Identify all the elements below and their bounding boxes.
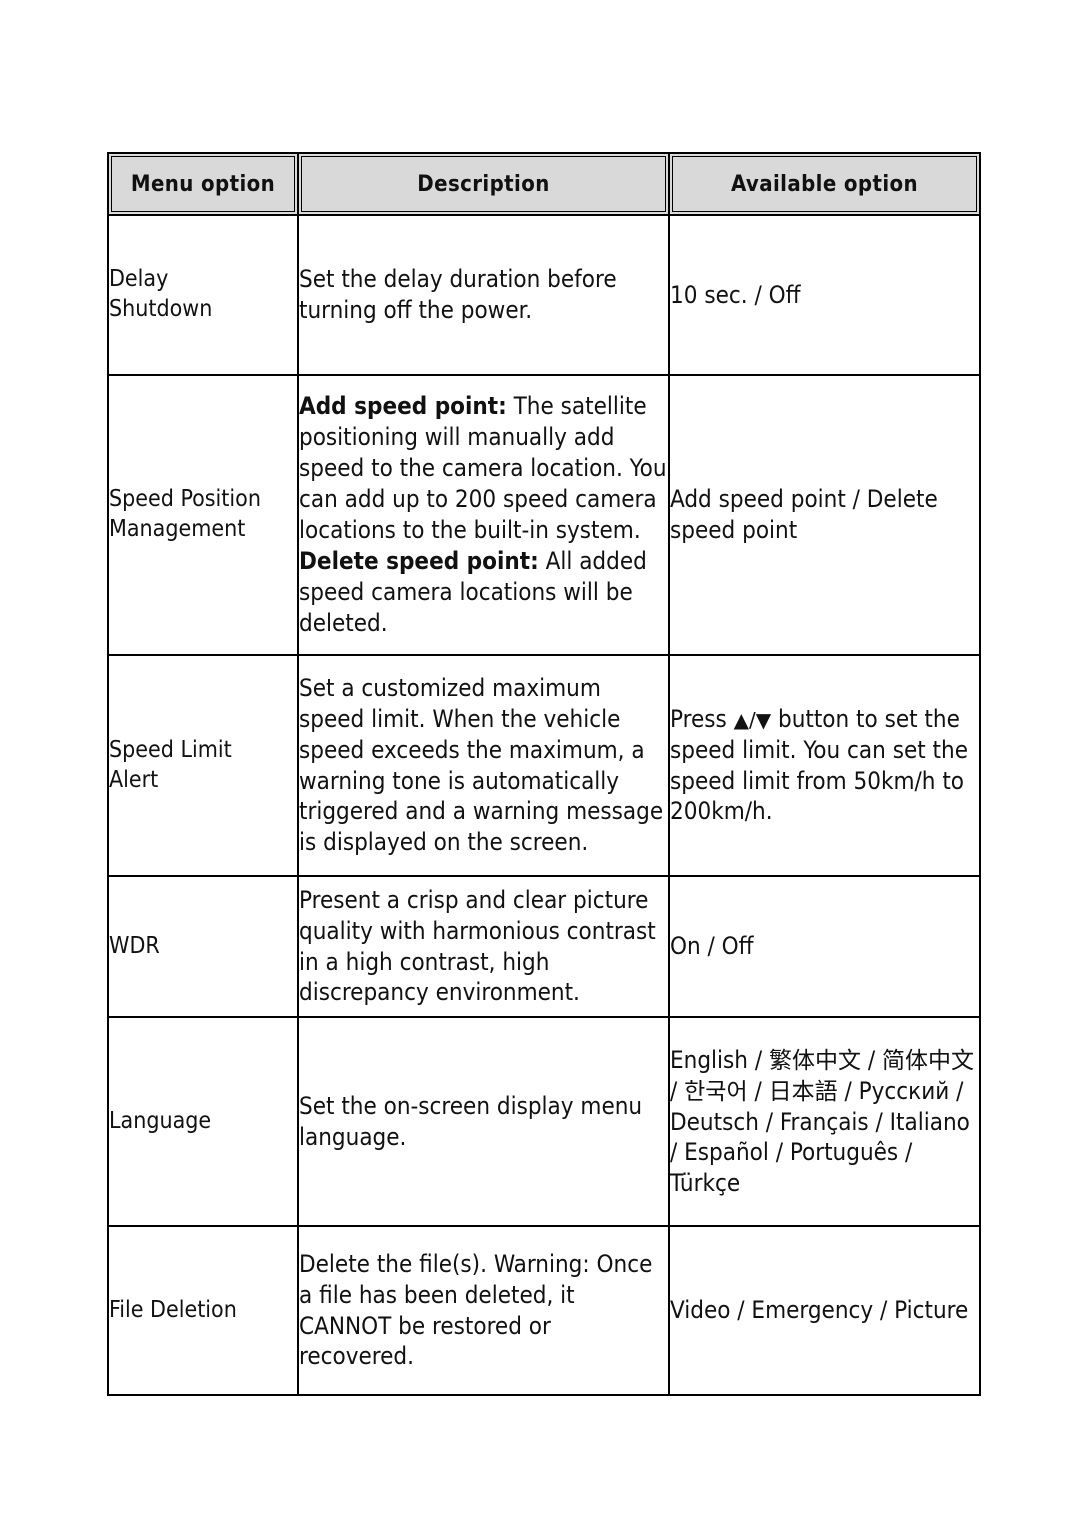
- cell-description: Set a customized maximum speed limit. Wh…: [297, 654, 670, 877]
- available-option-language-list: English / 繁体中文 / 简体中文 / 한국어 / 日本語 / Русс…: [670, 1045, 979, 1199]
- table-header-row: Menu option Description Available option: [107, 152, 981, 216]
- available-option-text: Add speed point / Delete speed point: [670, 485, 938, 544]
- menu-option-line: Delay: [109, 266, 169, 293]
- language-english: English /: [670, 1045, 769, 1074]
- column-header-menu-option: Menu option: [107, 152, 299, 216]
- column-header-description-label: Description: [417, 171, 550, 197]
- language-separator: /: [747, 1076, 769, 1105]
- cell-description: Set the delay duration before turning of…: [297, 214, 670, 376]
- cell-menu-option: Language: [107, 1016, 299, 1227]
- add-speed-point-label: Add speed point:: [299, 392, 507, 421]
- delete-speed-point-label: Delete speed point:: [299, 546, 539, 575]
- menu-option-line: Speed Limit: [109, 736, 232, 763]
- cell-menu-option: File Deletion: [107, 1225, 299, 1396]
- cell-menu-option: WDR: [107, 875, 299, 1018]
- available-option-prefix: Press: [670, 704, 734, 733]
- table-row: WDR Present a crisp and clear picture qu…: [107, 875, 981, 1018]
- arrow-down-icon: ▼: [755, 707, 772, 732]
- language-japanese: 日本語: [768, 1078, 838, 1105]
- cell-menu-option: Delay Shutdown: [107, 214, 299, 376]
- cell-available-option: 10 sec. / Off: [668, 214, 981, 376]
- column-header-menu-option-label: Menu option: [130, 171, 276, 197]
- menu-option-line: Alert: [109, 766, 159, 793]
- cell-available-option: Add speed point / Delete speed point: [668, 374, 981, 656]
- description-paragraph-delete: Delete speed point: All added speed came…: [299, 546, 668, 639]
- menu-option-line: Speed Position: [109, 486, 261, 513]
- table-row: File Deletion Delete the file(s). Warnin…: [107, 1225, 981, 1396]
- language-traditional-chinese: 繁体中文: [768, 1047, 861, 1074]
- description-text: Present a crisp and clear picture qualit…: [299, 885, 656, 1007]
- cell-menu-option: Speed Position Management: [107, 374, 299, 656]
- available-option-text: On / Off: [670, 932, 754, 961]
- table-row: Speed Limit Alert Set a customized maxim…: [107, 654, 981, 877]
- language-korean: 한국어: [684, 1078, 748, 1105]
- cell-description: Present a crisp and clear picture qualit…: [297, 875, 670, 1018]
- cell-description: Set the on-screen display menu language.: [297, 1016, 670, 1227]
- column-header-available-option-label: Available option: [730, 171, 919, 197]
- cell-description: Add speed point: The satellite positioni…: [297, 374, 670, 656]
- cell-available-option: Press ▲/▼ button to set the speed limit.…: [668, 654, 981, 877]
- table-body: Delay Shutdown Set the delay duration be…: [107, 214, 981, 1396]
- cell-available-option: English / 繁体中文 / 简体中文 / 한국어 / 日本語 / Русс…: [668, 1016, 981, 1227]
- column-header-description: Description: [297, 152, 670, 216]
- cell-description: Delete the file(s). Warning: Once a file…: [297, 1225, 670, 1396]
- description-text: Set the delay duration before turning of…: [299, 265, 617, 324]
- menu-options-table: Menu option Description Available option…: [107, 152, 981, 1396]
- description-text: Set the on-screen display menu language.: [299, 1091, 643, 1151]
- menu-option-line: Shutdown: [109, 296, 213, 322]
- column-header-available-option: Available option: [668, 152, 981, 216]
- table-row: Speed Position Management Add speed poin…: [107, 374, 981, 656]
- menu-option-line: File Deletion: [109, 1296, 237, 1323]
- description-paragraph-add: Add speed point: The satellite positioni…: [299, 391, 668, 546]
- table-header: Menu option Description Available option: [107, 152, 981, 216]
- description-text: Set a customized maximum speed limit. Wh…: [299, 673, 664, 857]
- available-option-text: Video / Emergency / Picture: [670, 1296, 969, 1325]
- cell-menu-option: Speed Limit Alert: [107, 654, 299, 877]
- language-simplified-chinese: 简体中文: [881, 1047, 974, 1074]
- menu-option-line: Language: [109, 1107, 212, 1134]
- table-row: Delay Shutdown Set the delay duration be…: [107, 214, 981, 376]
- document-page: Menu option Description Available option…: [0, 0, 1080, 1527]
- available-option-text: Press ▲/▼ button to set the speed limit.…: [670, 704, 979, 828]
- description-text: Delete the file(s). Warning: Once a file…: [299, 1249, 653, 1371]
- table-row: Language Set the on-screen display menu …: [107, 1016, 981, 1227]
- cell-available-option: On / Off: [668, 875, 981, 1018]
- cell-available-option: Video / Emergency / Picture: [668, 1225, 981, 1396]
- language-separator: /: [670, 1076, 685, 1105]
- menu-option-line: WDR: [109, 932, 160, 959]
- language-separator: /: [860, 1045, 882, 1074]
- menu-option-line: Management: [109, 516, 246, 542]
- slash-separator: /: [748, 707, 756, 732]
- available-option-text: 10 sec. / Off: [670, 280, 801, 309]
- arrow-up-icon: ▲: [733, 707, 749, 732]
